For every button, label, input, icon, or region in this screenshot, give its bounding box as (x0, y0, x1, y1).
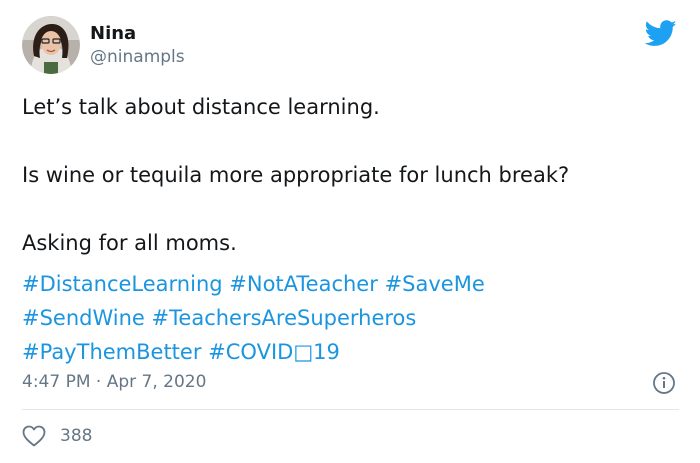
tweet-line-1: Let’s talk about distance learning. (22, 95, 380, 119)
twitter-bird-icon[interactable] (645, 20, 677, 47)
hashtag-link[interactable]: #COVID□19 (208, 340, 340, 364)
heart-icon (22, 425, 46, 447)
author-handle[interactable]: @ninampls (90, 46, 185, 68)
tweet-text: Let’s talk about distance learning. Is w… (22, 90, 672, 260)
tweet-line-2: Is wine or tequila more appropriate for … (22, 163, 570, 187)
hashtag-link[interactable]: #NotATeacher (229, 272, 378, 296)
hashtag-list: #DistanceLearning #NotATeacher #SaveMe #… (22, 267, 682, 369)
hashtag-link[interactable]: #DistanceLearning (22, 272, 223, 296)
divider (22, 409, 679, 410)
hashtag-link[interactable]: #SaveMe (385, 272, 485, 296)
avatar[interactable] (22, 16, 80, 74)
info-icon[interactable] (652, 371, 676, 395)
tweet-line-3: Asking for all moms. (22, 231, 237, 255)
hashtag-link[interactable]: #TeachersAreSuperheros (152, 306, 417, 330)
hashtag-link[interactable]: #PayThemBetter (22, 340, 201, 364)
author-name[interactable]: Nina (90, 23, 136, 45)
hashtag-link[interactable]: #SendWine (22, 306, 145, 330)
like-button[interactable]: 388 (22, 424, 92, 448)
like-count: 388 (60, 426, 93, 446)
tweet-timestamp[interactable]: 4:47 PM · Apr 7, 2020 (22, 371, 206, 393)
avatar-image (22, 16, 80, 74)
